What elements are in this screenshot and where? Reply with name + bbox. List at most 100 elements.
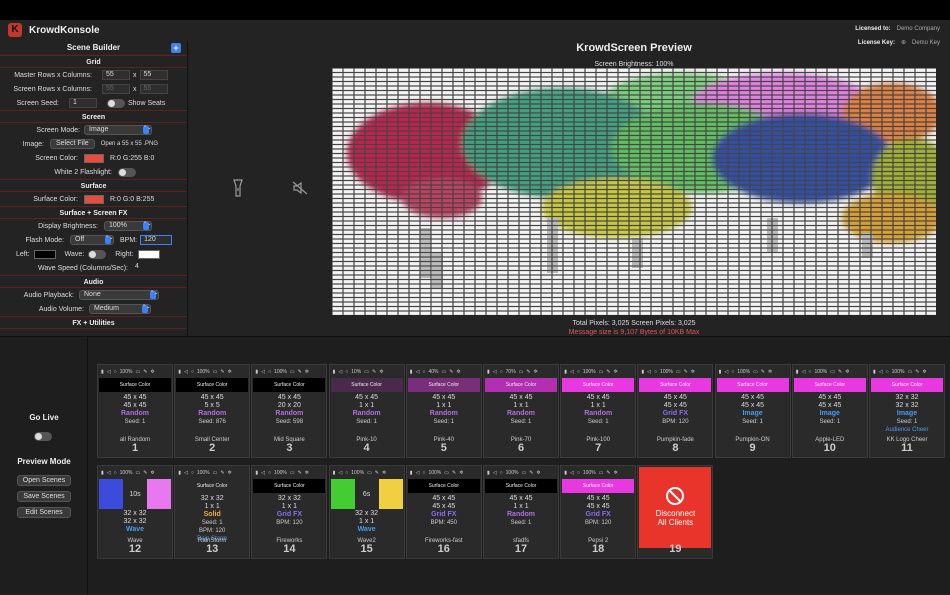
- wave-icon[interactable]: ▭: [364, 369, 369, 375]
- audio-icon[interactable]: ◁: [184, 369, 188, 375]
- edit-icon[interactable]: ✎: [143, 369, 147, 375]
- flash-icon[interactable]: ○: [500, 369, 503, 375]
- wave-icon[interactable]: ▭: [441, 369, 446, 375]
- flashlight-icon[interactable]: ▮: [255, 369, 258, 375]
- gear-icon[interactable]: ✲: [768, 369, 772, 375]
- audio-icon[interactable]: ◁: [802, 369, 806, 375]
- gear-icon[interactable]: ✲: [150, 470, 154, 476]
- bpm-input[interactable]: 120: [140, 235, 173, 245]
- open-scenes-button[interactable]: Open Scenes: [17, 475, 71, 486]
- audio-icon[interactable]: ◁: [724, 369, 728, 375]
- scene-card[interactable]: ▮ ◁ ○ 100% ▭ ✎ ✲ Surface Color 45 x 45 45 x 45 Gri…: [637, 364, 714, 458]
- scene-card[interactable]: ▮ ◁ ○ 100% ▭ ✎ ✲ 6s 32 x 32 1 x 1 Wave Wave2 15: [328, 465, 405, 559]
- edit-icon[interactable]: ✎: [220, 369, 224, 375]
- gear-icon[interactable]: ✲: [228, 470, 232, 476]
- flash-icon[interactable]: ○: [191, 470, 194, 476]
- wave-toggle[interactable]: [88, 249, 107, 259]
- flashlight-icon[interactable]: ▮: [178, 470, 181, 476]
- wave-speed-input[interactable]: 4: [132, 263, 148, 273]
- gear-icon[interactable]: ✲: [922, 369, 926, 375]
- right-color-swatch[interactable]: [137, 249, 160, 259]
- master-rows-input[interactable]: 55: [102, 70, 130, 80]
- flash-icon[interactable]: ○: [886, 369, 889, 375]
- disconnect-all-button[interactable]: Disconnect All Clients: [639, 467, 712, 548]
- surface-color-swatch[interactable]: [84, 194, 104, 204]
- edit-icon[interactable]: ✎: [375, 470, 379, 476]
- wave-icon[interactable]: ▭: [676, 369, 681, 375]
- audio-volume-select[interactable]: Medium: [89, 304, 151, 314]
- flash-icon[interactable]: ○: [500, 470, 503, 476]
- flashlight-icon[interactable]: ▮: [487, 470, 490, 476]
- flashlight-icon[interactable]: ▮: [333, 369, 336, 375]
- edit-scenes-button[interactable]: Edit Scenes: [17, 507, 71, 518]
- audio-playback-select[interactable]: None: [79, 290, 159, 300]
- wave-icon[interactable]: ▭: [599, 470, 604, 476]
- audio-icon[interactable]: ◁: [416, 470, 420, 476]
- flashlight-icon[interactable]: ▮: [410, 470, 413, 476]
- flash-icon[interactable]: ○: [268, 369, 271, 375]
- wave-icon[interactable]: ▭: [135, 470, 140, 476]
- edit-icon[interactable]: ✎: [838, 369, 842, 375]
- edit-icon[interactable]: ✎: [761, 369, 765, 375]
- flash-icon[interactable]: ○: [808, 369, 811, 375]
- left-color-swatch[interactable]: [33, 249, 56, 259]
- audio-icon[interactable]: ◁: [184, 470, 188, 476]
- flash-icon[interactable]: ○: [731, 369, 734, 375]
- flashlight-icon[interactable]: ▮: [796, 369, 799, 375]
- wave-icon[interactable]: ▭: [444, 470, 449, 476]
- audio-icon[interactable]: ◁: [879, 369, 883, 375]
- gear-icon[interactable]: ✲: [536, 470, 540, 476]
- wave-icon[interactable]: ▭: [753, 369, 758, 375]
- gear-icon[interactable]: ✲: [845, 369, 849, 375]
- edit-icon[interactable]: ✎: [372, 369, 376, 375]
- gear-icon[interactable]: ✲: [456, 369, 460, 375]
- gear-icon[interactable]: ✲: [614, 470, 618, 476]
- scene-card[interactable]: ▮ ◁ ○ 10% ▭ ✎ ✲ Surface Color 45 x 45 1 x 1 Random…: [328, 364, 405, 458]
- edit-icon[interactable]: ✎: [143, 470, 147, 476]
- wave-icon[interactable]: ▭: [907, 369, 912, 375]
- scene-card[interactable]: ▮ ◁ ○ 100% ▭ ✎ ✲ Surface Color 45 x 45 1 x 1 Rando…: [483, 465, 559, 559]
- scene-card[interactable]: ▮ ◁ ○ 100% ▭ ✎ ✲ Surface Color 45 x 45 45 x 45 Gri…: [560, 465, 637, 559]
- flash-icon[interactable]: ○: [654, 369, 657, 375]
- edit-icon[interactable]: ✎: [449, 369, 453, 375]
- flashlight-icon[interactable]: ▮: [410, 369, 413, 375]
- scene-card[interactable]: ▮ ◁ ○ 100% ▭ ✎ ✲ Surface Color 32 x 32 32 x 32 Ima…: [869, 364, 945, 458]
- edit-icon[interactable]: ✎: [684, 369, 688, 375]
- flash-icon[interactable]: ○: [114, 369, 117, 375]
- audio-icon[interactable]: ◁: [493, 470, 497, 476]
- go-live-toggle[interactable]: [34, 432, 52, 441]
- gear-icon[interactable]: ✲: [382, 470, 386, 476]
- screen-mode-select[interactable]: Image: [84, 125, 152, 135]
- wave-icon[interactable]: ▭: [213, 369, 218, 375]
- scene-card[interactable]: ▮ ◁ ○ 100% ▭ ✎ ✲ Surface Color 45 x 45 5 x 5 Rando…: [174, 364, 251, 458]
- audio-icon[interactable]: ◁: [261, 470, 265, 476]
- scene-card[interactable]: ▮ ◁ ○ 100% ▭ ✎ ✲ Surface Color 45 x 45 45 x 45 Ima…: [791, 364, 868, 458]
- save-scenes-button[interactable]: Save Scenes: [17, 491, 71, 502]
- flash-icon[interactable]: ○: [422, 470, 425, 476]
- wave-icon[interactable]: ▭: [521, 470, 526, 476]
- audio-icon[interactable]: ◁: [570, 470, 574, 476]
- flashlight-icon[interactable]: ▮: [719, 369, 722, 375]
- gear-icon[interactable]: ✲: [150, 369, 154, 375]
- wave-icon[interactable]: ▭: [213, 470, 218, 476]
- flash-mode-select[interactable]: Off: [70, 235, 114, 245]
- edit-icon[interactable]: ✎: [915, 369, 919, 375]
- edit-icon[interactable]: ✎: [298, 470, 302, 476]
- gear-icon[interactable]: ✲: [534, 369, 538, 375]
- audio-icon[interactable]: ◁: [647, 369, 651, 375]
- flashlight-icon[interactable]: ▮: [101, 369, 104, 375]
- flashlight-icon[interactable]: ▮: [101, 470, 104, 476]
- audio-icon[interactable]: ◁: [338, 470, 342, 476]
- add-scene-button[interactable]: +: [171, 43, 181, 53]
- scene-card[interactable]: ▮ ◁ ○ 100% ▭ ✎ ✲ Surface Color 32 x 32 1 x 1 Grid …: [251, 465, 328, 559]
- audio-icon[interactable]: ◁: [570, 369, 574, 375]
- master-cols-input[interactable]: 55: [139, 70, 168, 80]
- mute-icon[interactable]: [292, 181, 308, 195]
- gear-icon[interactable]: ✲: [305, 470, 309, 476]
- gear-icon[interactable]: ✲: [379, 369, 383, 375]
- scene-card[interactable]: ▮ ◁ ○ 100% ▭ ✎ ✲ Surface Color 45 x 45 45 x 45 Gri…: [405, 465, 482, 559]
- edit-icon[interactable]: ✎: [298, 369, 302, 375]
- flash-icon[interactable]: ○: [422, 369, 425, 375]
- screen-color-swatch[interactable]: [84, 153, 104, 163]
- flashlight-icon[interactable]: [233, 179, 243, 197]
